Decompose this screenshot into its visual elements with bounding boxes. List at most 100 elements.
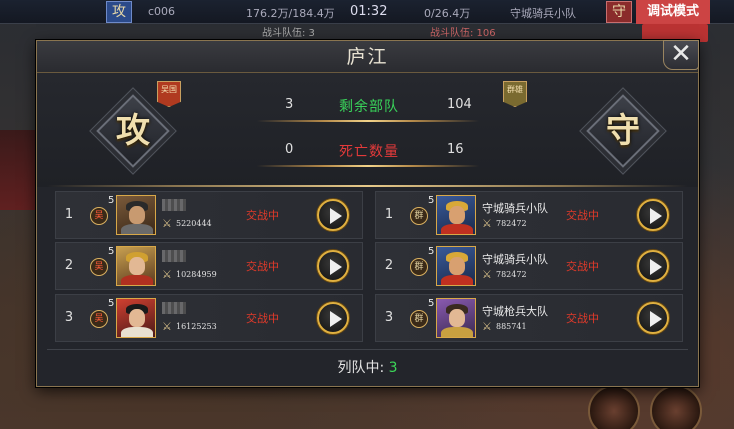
play-icon [330,208,342,224]
level-label: 5 [108,298,115,309]
faction-badge: 吴 [90,310,108,328]
unit-name: 守城骑兵小队 [482,202,548,215]
left-troops: 176.2万/184.4万 [246,7,335,20]
defender-row: 2 群 5 守城骑兵小队 ⚔ 782472 交战中 [375,242,683,290]
footer-divider [47,349,688,350]
defense-badge: 守 [606,1,632,23]
status-text: 交战中 [246,312,279,325]
general-portrait[interactable] [436,195,476,235]
battle-timer: 01:32 [350,4,388,19]
close-button[interactable]: ✕ [663,40,699,70]
attacker-label: 攻 [116,111,150,151]
status-text: 交战中 [566,312,599,325]
play-icon [330,311,342,327]
power-icon: ⚔ [162,217,172,230]
general-portrait[interactable] [116,298,156,338]
row-index: 2 [64,258,74,273]
row-index: 1 [384,207,394,222]
faction-badge: 群 [410,310,428,328]
defender-deaths: 16 [447,142,464,157]
general-portrait[interactable] [436,246,476,286]
left-code: c006 [148,5,176,18]
close-icon: ✕ [670,39,692,69]
defender-row: 3 群 5 守城枪兵大队 ⚔ 885741 交战中 [375,294,683,342]
faction-badge: 群 [410,207,428,225]
name-blurred [162,199,186,211]
debug-mode-button[interactable]: 调试模式 [636,0,710,24]
play-icon [650,259,662,275]
general-portrait[interactable] [436,298,476,338]
play-button[interactable] [317,302,349,334]
queue-count: 3 [388,360,398,376]
level-label: 5 [108,195,115,206]
battle-summary: 攻 守 吴国 群雄 3 剩余部队 104 0 死亡数量 16 [37,73,698,187]
attacker-row: 1 吴 5 ⚔ 5220444 交战中 [55,191,363,239]
power-value: 10284959 [176,270,217,279]
queue-label: 列队中: [337,360,385,376]
row-index: 1 [64,207,74,222]
row-index: 3 [64,310,74,325]
background-side-panel [0,130,36,210]
power-icon: ⚔ [162,268,172,281]
power-icon: ⚔ [482,217,492,230]
modal-title: 庐江 [346,46,389,68]
level-label: 5 [428,195,435,206]
battle-top-bar: 攻 c006 176.2万/184.4万 01:32 0/26.4万 守城骑兵小… [0,0,734,24]
play-icon [330,259,342,275]
attacker-deaths: 0 [285,142,294,157]
row-index: 2 [384,258,394,273]
faction-badge: 群 [410,258,428,276]
level-label: 5 [428,246,435,257]
defender-row: 1 群 5 守城骑兵小队 ⚔ 782472 交战中 [375,191,683,239]
right-unit: 守城骑兵小队 [510,7,576,20]
power-value: 5220444 [176,219,212,228]
queue-status: 列队中: 3 [37,357,698,377]
faction-badge: 吴 [90,258,108,276]
attacker-row: 2 吴 5 ⚔ 10284959 交战中 [55,242,363,290]
general-portrait[interactable] [116,195,156,235]
attacker-remaining: 3 [285,97,294,112]
level-label: 5 [108,246,115,257]
power-value: 782472 [496,270,527,279]
power-value: 885741 [496,322,527,331]
power-value: 16125253 [176,322,217,331]
play-button[interactable] [637,302,669,334]
left-sub-info: 战斗队伍: 3 [262,28,315,39]
unit-name: 守城骑兵小队 [482,253,548,266]
modal-title-bar: 庐江 [37,41,698,73]
right-troops: 0/26.4万 [424,7,471,20]
name-blurred [162,250,186,262]
power-icon: ⚔ [482,320,492,333]
play-button[interactable] [637,199,669,231]
summary-divider [47,185,688,187]
remaining-underline [257,120,479,122]
level-label: 5 [428,298,435,309]
faction-badge: 吴 [90,207,108,225]
attacker-row: 3 吴 5 ⚔ 16125253 交战中 [55,294,363,342]
play-button[interactable] [317,250,349,282]
status-text: 交战中 [566,260,599,273]
defender-label: 守 [606,111,640,151]
attacker-faction-banner: 吴国 [157,81,181,107]
status-text: 交战中 [246,260,279,273]
attack-badge: 攻 [106,1,132,23]
play-icon [650,208,662,224]
deaths-underline [257,165,479,167]
row-index: 3 [384,310,394,325]
battle-status-modal: 庐江 ✕ 攻 守 吴国 群雄 3 剩余部队 104 0 死亡数量 16 1 吴 … [36,40,699,387]
unit-name: 守城枪兵大队 [482,305,548,318]
right-sub-info: 战斗队伍: 106 [430,28,496,39]
power-icon: ⚔ [482,268,492,281]
play-button[interactable] [637,250,669,282]
power-icon: ⚔ [162,320,172,333]
general-portrait[interactable] [116,246,156,286]
defender-remaining: 104 [447,97,472,112]
name-blurred [162,302,186,314]
play-button[interactable] [317,199,349,231]
play-icon [650,311,662,327]
status-text: 交战中 [566,209,599,222]
power-value: 782472 [496,219,527,228]
deaths-label: 死亡数量 [339,144,399,160]
defender-faction-banner: 群雄 [503,81,527,107]
remaining-label: 剩余部队 [339,99,399,115]
